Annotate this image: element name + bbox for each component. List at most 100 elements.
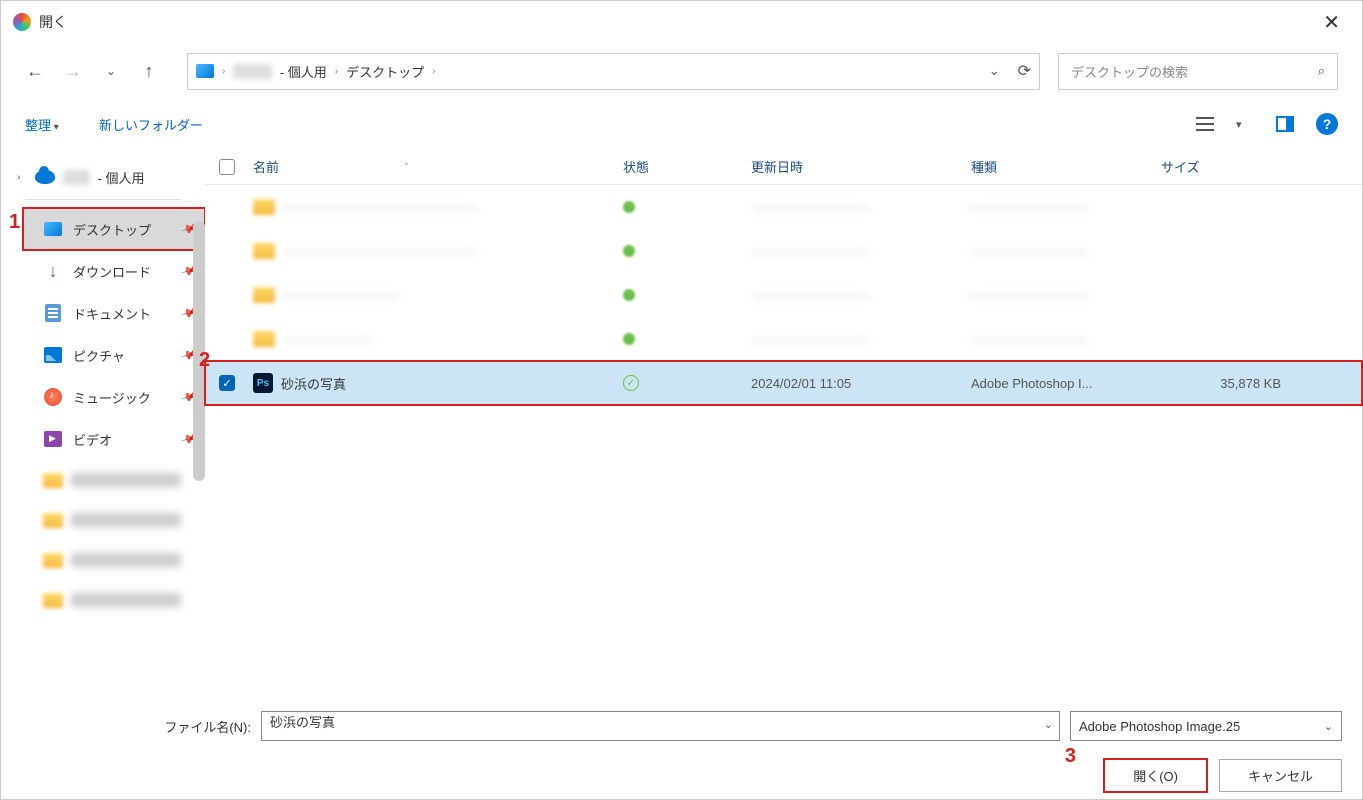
status-icon [623,333,635,345]
tree-onedrive[interactable]: › x - 個人用 [1,159,205,195]
filename-value: 砂浜の写真 [270,715,335,730]
annotation-2: 2 [199,349,210,372]
folder-icon [253,287,275,303]
photoshop-icon: Ps [253,373,273,393]
file-row-redacted[interactable]: ——————————————— —————————————————— [205,185,1362,229]
file-type: Adobe Photoshop I... [971,376,1161,391]
filename-dropdown-icon[interactable]: ⌄ [1044,718,1053,731]
annotation-3: 3 [1065,745,1076,768]
column-state[interactable]: 状態 [623,157,751,176]
column-name[interactable]: 名前ˆ [253,157,623,176]
column-date[interactable]: 更新日時 [751,157,971,176]
new-folder-button[interactable]: 新しいフォルダー [99,115,203,134]
command-toolbar: 整理 新しいフォルダー ▾ ? [1,99,1362,149]
view-dropdown[interactable]: ▾ [1236,118,1254,131]
preview-pane-icon[interactable] [1276,116,1294,132]
sidebar-label-desktop: デスクトップ [73,220,151,239]
address-dropdown[interactable]: ⌄ [989,63,1000,79]
close-button[interactable]: ✕ [1313,6,1350,39]
up-button[interactable]: ↑ [139,61,159,82]
sidebar-label-documents: ドキュメント [73,304,151,323]
file-list-pane: 2 名前ˆ 状態 更新日時 種類 サイズ ——————————————— ———… [205,149,1362,689]
refresh-button[interactable]: ⟳ [1018,61,1031,81]
organize-menu[interactable]: 整理 [25,115,59,134]
navigation-sidebar: 1 › x - 個人用 デスクトップ 📌 ↓ ダウンロード 📌 ドキュメント 📌 [1,149,205,689]
search-input[interactable]: デスクトップの検索 ⌕ [1058,53,1338,90]
breadcrumb-redacted[interactable]: x [233,64,272,79]
sidebar-label-downloads: ダウンロード [73,262,151,281]
cancel-button[interactable]: キャンセル [1219,759,1342,792]
open-button[interactable]: 開く(O) [1104,759,1207,792]
file-row-redacted[interactable]: ————————— —————————————————— [205,273,1362,317]
sort-indicator-icon: ˆ [405,162,408,172]
sidebar-label-pictures: ピクチャ [73,346,125,365]
sidebar-item-redacted[interactable] [1,460,205,500]
window-title: 開く [39,12,67,32]
view-options-icon[interactable] [1196,117,1214,131]
breadcrumb-desktop[interactable]: デスクトップ [346,62,424,81]
back-button[interactable]: ← [25,61,45,82]
main-content: 1 › x - 個人用 デスクトップ 📌 ↓ ダウンロード 📌 ドキュメント 📌 [1,149,1362,689]
row-checkbox[interactable]: ✓ [219,375,235,391]
onedrive-icon [35,170,55,184]
select-all-checkbox[interactable] [219,159,235,175]
sidebar-item-videos[interactable]: ビデオ 📌 [23,418,205,460]
folder-icon [253,199,275,215]
sidebar-item-redacted[interactable] [1,540,205,580]
column-type[interactable]: 種類 [971,157,1161,176]
sidebar-item-music[interactable]: ミュージック 📌 [23,376,205,418]
file-row-selected[interactable]: ✓ Ps 砂浜の写真 ✓ 2024/02/01 11:05 Adobe Phot… [205,361,1362,405]
filetype-value: Adobe Photoshop Image.25 [1079,719,1240,734]
status-icon [623,289,635,301]
sidebar-item-pictures[interactable]: ピクチャ 📌 [23,334,205,376]
sidebar-item-desktop[interactable]: デスクトップ 📌 [23,208,205,250]
recent-dropdown[interactable]: ⌄ [101,64,121,78]
chevron-right-icon: › [222,66,225,77]
forward-button[interactable]: → [63,61,83,82]
column-headers: 名前ˆ 状態 更新日時 種類 サイズ [205,149,1362,185]
sidebar-item-redacted[interactable] [1,580,205,620]
file-size: 35,878 KB [1161,376,1281,391]
pictures-icon [44,347,62,363]
document-icon [45,304,61,322]
download-icon: ↓ [43,261,63,282]
nav-toolbar: ← → ⌄ ↑ › x - 個人用 › デスクトップ › ⌄ ⟳ デスクトップの… [1,43,1362,99]
file-row-redacted[interactable]: ——————————————— —————————————————— [205,229,1362,273]
titlebar: 開く ✕ [1,1,1362,43]
desktop-icon [44,222,62,236]
music-icon [44,388,62,406]
tree-onedrive-user: x [63,170,90,185]
breadcrumb-personal[interactable]: - 個人用 [280,62,327,81]
folder-icon [253,331,275,347]
sidebar-item-documents[interactable]: ドキュメント 📌 [23,292,205,334]
sidebar-label-videos: ビデオ [73,430,112,449]
filename-label: ファイル名(N): [151,717,251,736]
column-size[interactable]: サイズ [1161,157,1281,176]
help-icon[interactable]: ? [1316,113,1338,135]
app-icon [13,13,31,31]
filename-input[interactable]: 砂浜の写真 ⌄ [261,711,1060,741]
file-row-redacted[interactable]: ——————— —————————————————— [205,317,1362,361]
chevron-right-icon: › [432,66,435,77]
status-icon [623,201,635,213]
video-icon [44,431,62,447]
synced-icon: ✓ [623,375,639,391]
sidebar-item-redacted[interactable] [1,500,205,540]
filetype-select[interactable]: Adobe Photoshop Image.25 ⌄ [1070,711,1342,741]
status-icon [623,245,635,257]
separator [25,199,181,200]
chevron-right-icon: › [335,66,338,77]
annotation-1: 1 [9,211,20,234]
search-placeholder: デスクトップの検索 [1071,62,1188,81]
sidebar-item-downloads[interactable]: ↓ ダウンロード 📌 [23,250,205,292]
file-name: 砂浜の写真 [281,374,623,393]
dialog-footer: ファイル名(N): 砂浜の写真 ⌄ Adobe Photoshop Image.… [1,689,1362,799]
folder-icon [196,64,214,78]
folder-icon [253,243,275,259]
file-date: 2024/02/01 11:05 [751,376,971,391]
filetype-dropdown-icon: ⌄ [1324,720,1333,733]
search-icon: ⌕ [1318,63,1325,79]
chevron-right-icon: › [17,172,27,183]
sidebar-label-music: ミュージック [73,388,151,407]
address-bar[interactable]: › x - 個人用 › デスクトップ › ⌄ ⟳ [187,53,1040,90]
